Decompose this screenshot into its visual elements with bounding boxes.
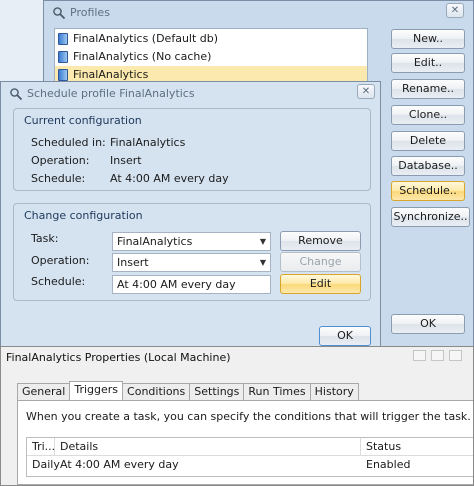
database-icon [58, 68, 68, 81]
operation-value: Insert [110, 154, 142, 167]
tab-run-times[interactable]: Run Times [243, 383, 311, 400]
list-item[interactable]: FinalAnalytics (Default db) [55, 30, 367, 47]
schedule-close-button[interactable]: ✕ [357, 84, 375, 99]
profiles-list[interactable]: FinalAnalytics (Default db) FinalAnalyti… [54, 28, 368, 86]
database-button[interactable]: Database.. [391, 156, 465, 176]
scheduled-in-value: FinalAnalytics [110, 136, 186, 149]
cell-details: At 4:00 AM every day [60, 458, 179, 471]
minimize-icon[interactable] [413, 350, 426, 361]
schedule-button[interactable]: Schedule.. [391, 181, 465, 201]
chevron-down-icon[interactable]: ▼ [260, 233, 266, 250]
table-header: Tri... Details Status [27, 438, 473, 456]
triggers-description: When you create a task, you can specify … [26, 410, 471, 423]
change-button[interactable]: Change [280, 252, 361, 272]
triggers-table[interactable]: Tri... Details Status Daily At 4:00 AM e… [26, 437, 473, 477]
cell-trigger: Daily [32, 458, 60, 471]
database-icon [58, 50, 68, 63]
operation-select-value: Insert [117, 256, 149, 269]
edit-profile-button[interactable]: Edit.. [391, 53, 465, 73]
change-configuration-group: Change configuration Task: FinalAnalytic… [13, 203, 371, 301]
magnifier-icon [52, 6, 66, 20]
magnifier-icon [9, 87, 23, 101]
column-header-trigger[interactable]: Tri... [27, 438, 55, 455]
profiles-titlebar: Profiles ✕ [44, 1, 473, 24]
database-icon [58, 32, 68, 45]
tab-triggers[interactable]: Triggers [69, 381, 124, 400]
close-icon[interactable] [449, 350, 462, 361]
task-select[interactable]: FinalAnalytics ▼ [112, 232, 271, 251]
tab-bar: General Triggers Conditions Settings Run… [17, 381, 359, 400]
schedule-ok-button[interactable]: OK [319, 326, 371, 346]
tab-settings[interactable]: Settings [189, 383, 245, 400]
schedule-titlebar: Schedule profile FinalAnalytics ✕ [1, 82, 380, 105]
profiles-title: Profiles [70, 6, 110, 19]
list-item-label: FinalAnalytics (No cache) [73, 50, 212, 63]
tab-general[interactable]: General [17, 383, 71, 400]
operation-label: Operation: [31, 154, 90, 167]
schedule-value: At 4:00 AM every day [110, 172, 229, 185]
triggers-panel: When you create a task, you can specify … [17, 400, 473, 485]
scheduled-in-label: Scheduled in: [31, 136, 106, 149]
table-row[interactable]: Daily At 4:00 AM every day Enabled [27, 456, 473, 474]
schedule-change-label: Schedule: [31, 275, 86, 288]
profiles-ok-button[interactable]: OK [391, 314, 465, 334]
clone-button[interactable]: Clone.. [391, 105, 465, 125]
remove-button[interactable]: Remove [280, 231, 361, 251]
rename-button[interactable]: Rename.. [391, 79, 465, 99]
properties-window: FinalAnalytics Properties (Local Machine… [0, 346, 474, 486]
task-select-value: FinalAnalytics [117, 235, 193, 248]
current-configuration-group: Current configuration Scheduled in: Fina… [13, 108, 371, 191]
tab-history[interactable]: History [309, 383, 359, 400]
schedule-label: Schedule: [31, 172, 86, 185]
tab-conditions[interactable]: Conditions [122, 383, 191, 400]
synchronize-button[interactable]: Synchronize.. [391, 207, 470, 227]
delete-button[interactable]: Delete [391, 131, 465, 151]
properties-titlebar: FinalAnalytics Properties (Local Machine… [1, 347, 473, 367]
new-button[interactable]: New.. [391, 29, 465, 49]
change-configuration-title: Change configuration [24, 209, 143, 222]
schedule-window: Schedule profile FinalAnalytics ✕ Curren… [0, 81, 381, 351]
list-item[interactable]: FinalAnalytics (No cache) [55, 48, 367, 65]
edit-schedule-button[interactable]: Edit [280, 274, 361, 294]
properties-title: FinalAnalytics Properties (Local Machine… [6, 351, 231, 364]
column-header-details[interactable]: Details [55, 438, 361, 455]
profiles-close-button[interactable]: ✕ [446, 3, 464, 18]
column-header-status[interactable]: Status [361, 438, 461, 455]
chevron-down-icon[interactable]: ▼ [260, 254, 266, 271]
list-item-label: FinalAnalytics (Default db) [73, 32, 219, 45]
maximize-icon[interactable] [431, 350, 444, 361]
task-label: Task: [31, 232, 59, 245]
operation-select[interactable]: Insert ▼ [112, 253, 271, 272]
current-configuration-title: Current configuration [24, 114, 142, 127]
list-item-label: FinalAnalytics [73, 68, 149, 81]
operation-change-label: Operation: [31, 254, 90, 267]
cell-status: Enabled [366, 458, 411, 471]
schedule-title: Schedule profile FinalAnalytics [27, 87, 195, 100]
schedule-field[interactable]: At 4:00 AM every day [112, 275, 271, 294]
